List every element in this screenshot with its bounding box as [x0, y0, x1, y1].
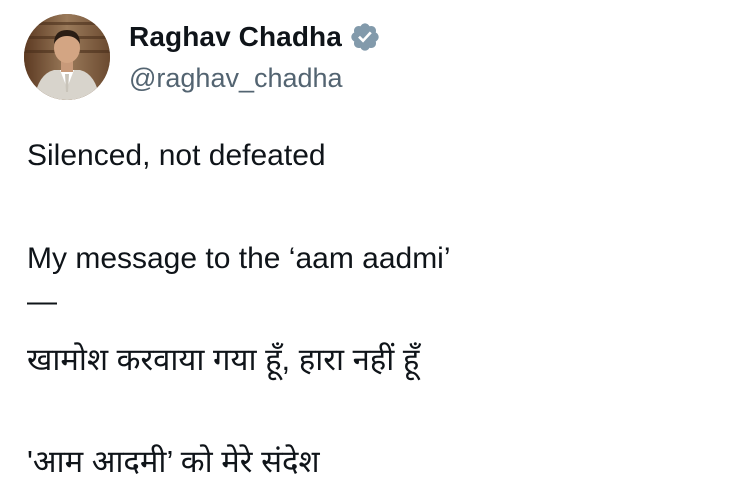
avatar-photo [24, 14, 110, 100]
tweet-text-line: My message to the ‘aam aadmi’ [27, 242, 451, 275]
avatar[interactable] [24, 14, 110, 100]
tweet-text-line: खामोश करवाया गया हूँ, हारा नहीं हूँ [27, 342, 420, 377]
tweet-card: Raghav Chadha @raghav_chadha Silenced, n… [0, 0, 730, 498]
tweet-text-line: Silenced, not defeated [27, 139, 326, 172]
verified-badge-icon[interactable] [349, 21, 381, 53]
author-name-row: Raghav Chadha [129, 19, 381, 55]
author-handle[interactable]: @raghav_chadha [129, 63, 343, 94]
tweet-text-line: — [27, 285, 57, 318]
author-display-name[interactable]: Raghav Chadha [129, 21, 342, 53]
tweet-text-line: 'आम आदमी’ को मेरे संदेश [27, 444, 320, 479]
